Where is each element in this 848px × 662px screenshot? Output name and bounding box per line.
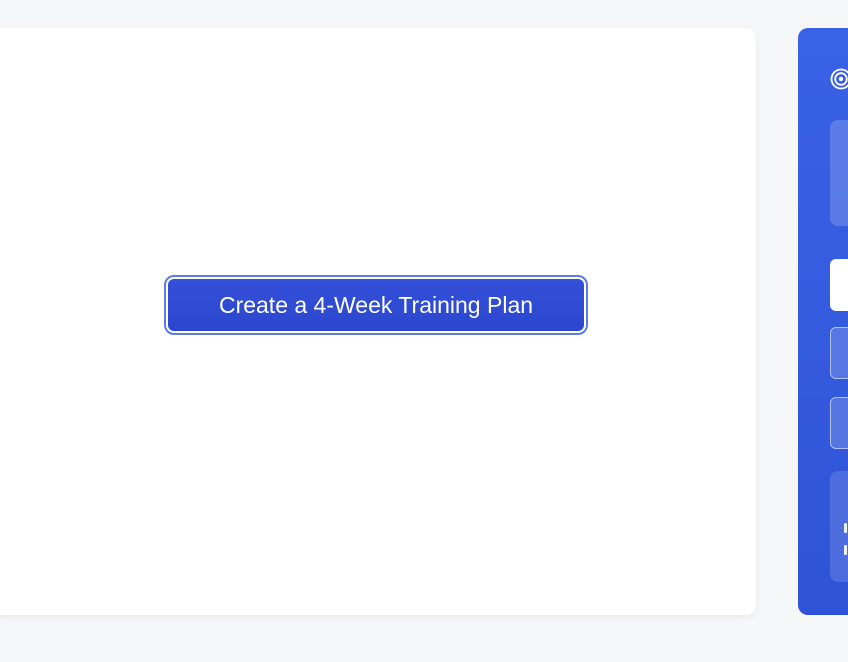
panel-note-card [830,471,848,582]
panel-option-button-2[interactable] [830,397,848,449]
panel-info-card [830,120,848,226]
note-text-fragment [844,545,847,555]
panel-text-input[interactable] [830,259,848,311]
note-text-fragment [844,523,847,533]
target-icon [830,68,848,90]
panel-option-button-1[interactable] [830,327,848,379]
create-training-plan-button[interactable]: Create a 4-Week Training Plan [164,275,588,335]
page: Create a 4-Week Training Plan [0,0,848,662]
side-panel [798,28,848,615]
